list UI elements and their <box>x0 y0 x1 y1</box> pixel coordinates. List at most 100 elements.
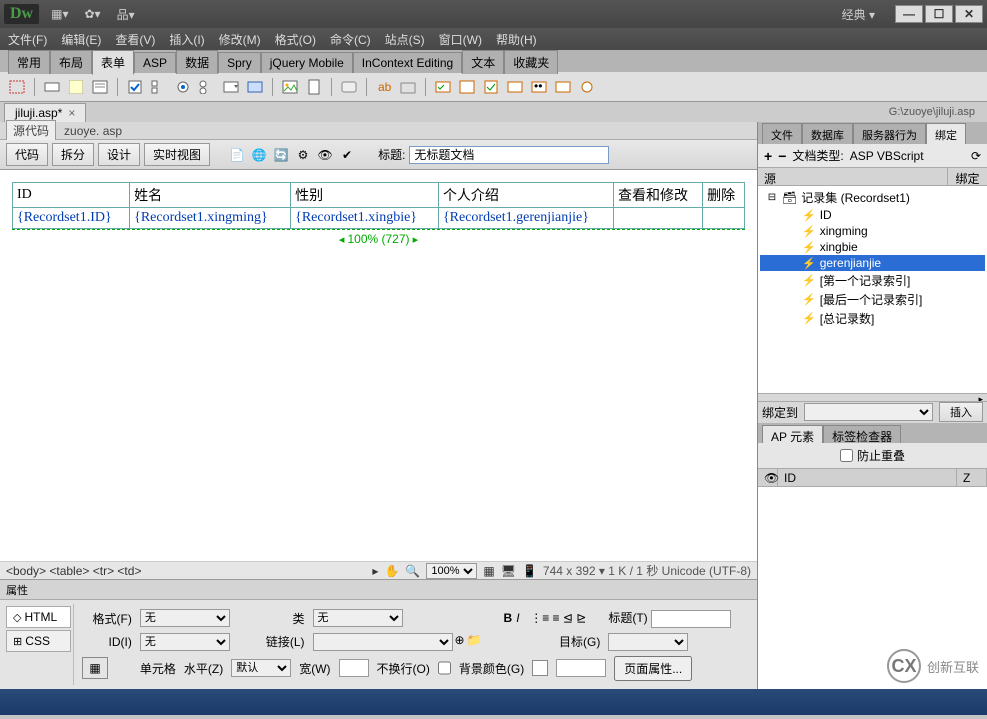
menu-item[interactable]: 命令(C) <box>330 31 371 48</box>
prevent-overlap-checkbox[interactable] <box>840 449 853 462</box>
minimize-button[interactable]: — <box>895 5 923 23</box>
spry-validate-textarea-icon[interactable] <box>458 78 476 96</box>
id-select[interactable]: 无 <box>140 633 230 651</box>
nowrap-checkbox[interactable] <box>438 659 451 677</box>
target-select[interactable] <box>608 633 688 651</box>
button-icon[interactable] <box>340 78 358 96</box>
menu-item[interactable]: 插入(I) <box>169 31 204 48</box>
panel-tab[interactable]: 服务器行为 <box>853 123 926 146</box>
menu-item[interactable]: 格式(O) <box>275 31 316 48</box>
remove-binding-button[interactable]: − <box>778 148 786 164</box>
tree-item[interactable]: ⚡ID <box>760 207 985 223</box>
server-debug-icon[interactable]: ⚙ <box>294 146 312 164</box>
split-view-button[interactable]: 拆分 <box>52 143 94 166</box>
bgcolor-swatch[interactable] <box>532 660 548 676</box>
title-input[interactable] <box>651 610 731 628</box>
page-properties-button[interactable]: 页面属性... <box>614 656 692 681</box>
image-field-icon[interactable] <box>281 78 299 96</box>
textarea-icon[interactable] <box>91 78 109 96</box>
table-data-cell[interactable] <box>613 208 702 229</box>
spry-validate-radio-icon[interactable] <box>578 78 596 96</box>
checkbox-icon[interactable] <box>126 78 144 96</box>
spry-validate-password-icon[interactable]: •• <box>530 78 548 96</box>
code-view-button[interactable]: 代码 <box>6 143 48 166</box>
select-tool-icon[interactable]: ▸ <box>372 564 378 578</box>
html-mode-tab[interactable]: ◇ HTML <box>6 606 71 628</box>
width-input[interactable] <box>339 659 369 677</box>
insert-binding-button[interactable]: 插入 <box>939 402 983 422</box>
ap-tab[interactable]: 标签检查器 <box>823 425 901 443</box>
category-tab[interactable]: 数据 <box>176 50 218 74</box>
spry-validate-confirm-icon[interactable] <box>554 78 572 96</box>
panel-tab[interactable]: 数据库 <box>802 123 853 146</box>
tree-item[interactable]: ⊟🗃记录集 (Recordset1) <box>760 188 985 207</box>
point-to-file-icon[interactable]: ⊕ <box>455 633 465 651</box>
label-icon[interactable]: abc <box>375 78 393 96</box>
properties-header[interactable]: 属性 <box>0 580 757 600</box>
tree-item[interactable]: ⚡[总记录数] <box>760 309 985 328</box>
cell-icon[interactable]: ▦ <box>82 657 108 679</box>
css-mode-tab[interactable]: ⊞ CSS <box>6 630 71 652</box>
textfield-icon[interactable] <box>43 78 61 96</box>
menu-item[interactable]: 窗口(W) <box>439 31 482 48</box>
panel-tab[interactable]: 文件 <box>762 123 802 146</box>
bgcolor-input[interactable] <box>556 659 606 677</box>
refresh-icon[interactable]: 🔄 <box>272 146 290 164</box>
bindto-select[interactable] <box>804 403 933 421</box>
live-view-button[interactable]: 实时视图 <box>144 143 210 166</box>
menu-item[interactable]: 文件(F) <box>8 31 47 48</box>
document-tab[interactable]: jiluji.asp* × <box>4 103 86 122</box>
category-tab[interactable]: Spry <box>218 52 261 73</box>
form-icon[interactable] <box>8 78 26 96</box>
table-data-cell[interactable]: {Recordset1.xingming} <box>130 208 291 229</box>
menu-item[interactable]: 帮助(H) <box>496 31 537 48</box>
category-tab[interactable]: InContext Editing <box>353 52 462 73</box>
select-icon[interactable] <box>222 78 240 96</box>
refresh-bindings-icon[interactable]: ⟳ <box>971 149 981 163</box>
category-tab[interactable]: 收藏夹 <box>504 50 558 74</box>
hand-tool-icon[interactable]: ✋ <box>384 564 399 578</box>
menu-item[interactable]: 修改(M) <box>219 31 261 48</box>
source-code-crumb[interactable]: 源代码 <box>6 120 56 141</box>
tree-item[interactable]: ⚡xingbie <box>760 239 985 255</box>
inspect-icon[interactable]: 🌐 <box>250 146 268 164</box>
page-title-input[interactable] <box>409 146 609 164</box>
device-icon[interactable]: ▦ <box>483 564 494 578</box>
horiz-select[interactable]: 默认 <box>231 659 291 677</box>
extend-icon[interactable]: ✿▾ <box>84 7 100 21</box>
screen-icon[interactable]: 🖥 <box>501 564 516 578</box>
spry-validate-text-icon[interactable] <box>434 78 452 96</box>
table-data-cell[interactable]: {Recordset1.gerenjianjie} <box>438 208 613 229</box>
file-field-icon[interactable] <box>305 78 323 96</box>
ap-elements-list[interactable]: CX 创新互联 <box>758 487 987 690</box>
table-data-cell[interactable]: {Recordset1.xingbie} <box>291 208 439 229</box>
class-select[interactable]: 无 <box>313 609 403 627</box>
text-format-buttons[interactable]: B I ⋮≡ ≡ ⊴ ⊵ <box>504 611 601 625</box>
tree-item[interactable]: ⚡[最后一个记录索引] <box>760 290 985 309</box>
design-view-button[interactable]: 设计 <box>98 143 140 166</box>
radio-icon[interactable] <box>174 78 192 96</box>
zoom-tool-icon[interactable]: 🔍 <box>405 564 420 578</box>
format-select[interactable]: 无 <box>140 609 230 627</box>
visual-aids-icon[interactable]: 👁 <box>316 146 334 164</box>
spry-validate-select-icon[interactable] <box>506 78 524 96</box>
link-select[interactable] <box>313 633 453 651</box>
check-icon[interactable]: ✔ <box>338 146 356 164</box>
design-view[interactable]: ID姓名性别个人介绍查看和修改删除 {Recordset1.ID}{Record… <box>0 170 757 561</box>
table-header-cell[interactable]: ID <box>13 183 130 208</box>
category-tab[interactable]: ASP <box>134 52 176 73</box>
tree-item[interactable]: ⚡gerenjianjie <box>760 255 985 271</box>
menu-item[interactable]: 编辑(E) <box>61 31 101 48</box>
close-tab-icon[interactable]: × <box>68 106 75 120</box>
table-header-cell[interactable]: 姓名 <box>130 183 291 208</box>
spry-validate-checkbox-icon[interactable] <box>482 78 500 96</box>
menu-item[interactable]: 站点(S) <box>385 31 425 48</box>
zoom-select[interactable]: 100% <box>426 563 477 579</box>
category-tab[interactable]: 表单 <box>92 50 134 75</box>
tree-item[interactable]: ⚡xingming <box>760 223 985 239</box>
table-data-cell[interactable] <box>703 208 745 229</box>
table-data-cell[interactable]: {Recordset1.ID} <box>13 208 130 229</box>
category-tab[interactable]: 常用 <box>8 50 50 74</box>
add-binding-button[interactable]: + <box>764 148 772 164</box>
checkbox-group-icon[interactable] <box>150 78 168 96</box>
